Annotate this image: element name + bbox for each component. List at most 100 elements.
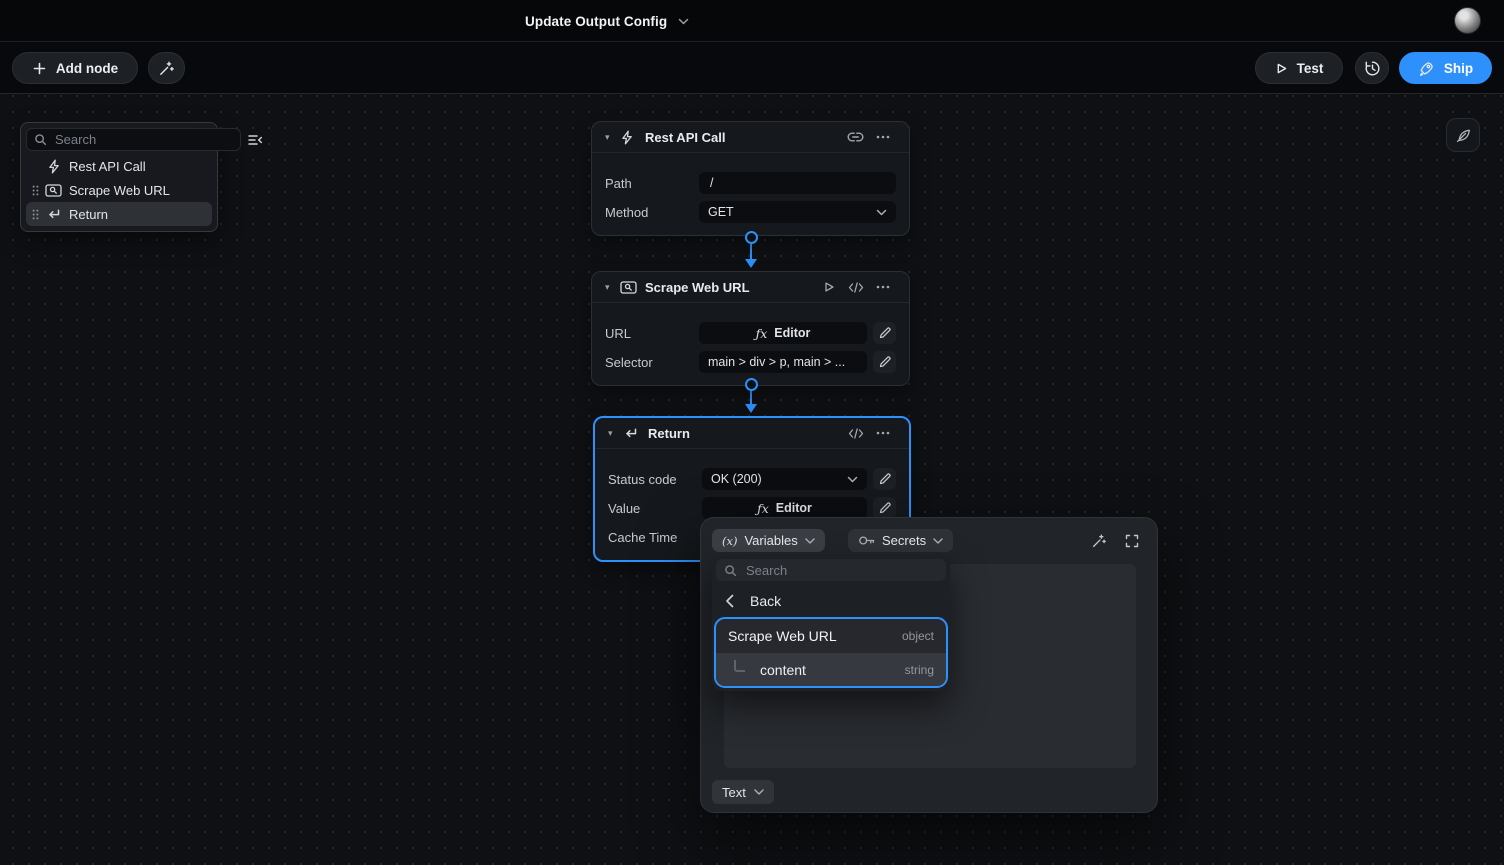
collapse-panel-icon: [247, 133, 263, 147]
output-type-select[interactable]: Text: [712, 780, 774, 804]
connector-line: [750, 391, 752, 405]
chevron-down-icon: [933, 538, 943, 544]
flow-title-menu[interactable]: Update Output Config: [525, 0, 689, 42]
collapse-panel-button[interactable]: [244, 129, 266, 151]
ellipsis-icon: [876, 285, 890, 289]
ellipsis-icon: [876, 135, 890, 139]
drag-handle-icon[interactable]: [28, 185, 43, 196]
history-button[interactable]: [1355, 52, 1389, 84]
variable-child-row[interactable]: content string: [716, 653, 946, 686]
variable-child-name: content: [760, 662, 806, 678]
edit-status-button[interactable]: [873, 468, 896, 490]
browser-scrape-icon: [43, 184, 64, 197]
feather-tool-button[interactable]: [1446, 118, 1480, 152]
return-icon: [43, 208, 64, 221]
variable-group-row[interactable]: Scrape Web URL object: [716, 619, 946, 653]
expand-button[interactable]: [1123, 532, 1141, 550]
link-button[interactable]: [842, 125, 869, 149]
lightning-icon: [43, 159, 64, 174]
field-label: Status code: [608, 472, 702, 487]
edit-value-button[interactable]: [873, 497, 896, 519]
node-rest-api-call[interactable]: ▾ Rest API Call Path: [591, 121, 910, 236]
collapse-caret-icon[interactable]: ▾: [608, 429, 623, 438]
run-node-button[interactable]: [815, 275, 842, 299]
library-item-return[interactable]: Return: [26, 202, 212, 226]
node-title: Scrape Web URL: [645, 280, 750, 295]
library-search-input[interactable]: [53, 131, 233, 148]
library-search[interactable]: [26, 128, 241, 151]
browser-scrape-icon: [620, 281, 645, 294]
node-title: Return: [648, 426, 690, 441]
value-editor-button[interactable]: ƒx Editor: [702, 497, 867, 519]
library-item-scrape-web-url[interactable]: Scrape Web URL: [26, 178, 212, 202]
magic-wand-button[interactable]: [148, 52, 185, 84]
secrets-tab[interactable]: Secrets: [848, 529, 953, 552]
collapse-caret-icon[interactable]: ▾: [605, 283, 620, 292]
key-icon: [858, 535, 875, 546]
search-icon: [34, 133, 47, 146]
ship-button[interactable]: Ship: [1399, 52, 1492, 84]
play-icon: [823, 281, 835, 293]
collapse-caret-icon[interactable]: ▾: [605, 133, 620, 142]
secrets-label: Secrets: [882, 533, 926, 548]
avatar[interactable]: [1454, 7, 1481, 34]
add-node-label: Add node: [56, 61, 118, 76]
ai-generate-button[interactable]: [1090, 532, 1108, 550]
editor-label: Editor: [774, 326, 810, 340]
drag-handle-icon[interactable]: [28, 209, 43, 220]
edit-selector-button[interactable]: [873, 351, 896, 373]
ship-label: Ship: [1444, 61, 1473, 76]
path-input[interactable]: [708, 175, 887, 191]
output-type-label: Text: [722, 785, 746, 800]
feather-icon: [1454, 126, 1473, 145]
variables-search[interactable]: [716, 559, 946, 581]
code-button[interactable]: [842, 275, 869, 299]
plus-icon: [32, 61, 47, 76]
variable-type-badge: string: [905, 663, 934, 677]
node-menu-button[interactable]: [869, 275, 896, 299]
connector-line: [750, 244, 752, 260]
library-item-rest-api-call[interactable]: Rest API Call: [26, 154, 212, 178]
fx-icon: ƒx: [757, 501, 769, 516]
url-editor-button[interactable]: ƒx Editor: [699, 322, 867, 344]
flow-canvas[interactable]: Rest API Call Scrape Web URL Return: [0, 94, 1504, 865]
node-header[interactable]: ▾ Rest API Call: [592, 122, 909, 153]
output-port[interactable]: [745, 231, 758, 244]
back-button[interactable]: Back: [716, 587, 946, 615]
node-scrape-web-url[interactable]: ▾ Scrape Web URL URL ƒx Ed: [591, 271, 910, 386]
link-icon: [847, 132, 864, 142]
edit-url-button[interactable]: [873, 322, 896, 344]
method-select[interactable]: GET: [699, 201, 896, 223]
status-code-select[interactable]: OK (200): [702, 468, 867, 490]
chevron-left-icon: [725, 594, 734, 608]
flow-title: Update Output Config: [525, 14, 667, 29]
history-icon: [1363, 59, 1382, 78]
magic-wand-icon: [158, 60, 175, 77]
code-button[interactable]: [842, 421, 869, 445]
variable-group-name: Scrape Web URL: [728, 628, 837, 644]
node-menu-button[interactable]: [869, 125, 896, 149]
add-node-button[interactable]: Add node: [12, 52, 138, 84]
node-library-panel: Rest API Call Scrape Web URL Return: [20, 122, 218, 232]
tree-elbow-icon: [734, 660, 745, 672]
node-menu-button[interactable]: [869, 421, 896, 445]
variables-tab[interactable]: (x) Variables: [712, 529, 825, 552]
variables-search-input[interactable]: [744, 562, 938, 579]
code-icon: [848, 428, 864, 439]
test-button[interactable]: Test: [1255, 52, 1343, 84]
library-item-label: Return: [69, 207, 108, 222]
node-header[interactable]: ▾ Scrape Web URL: [592, 272, 909, 303]
selector-field[interactable]: main > div > p, main > ...: [699, 351, 867, 373]
path-field[interactable]: [699, 172, 896, 194]
code-icon: [848, 282, 864, 293]
expand-icon: [1125, 534, 1139, 548]
method-value: GET: [708, 205, 734, 219]
variable-group-highlight: Scrape Web URL object content string: [714, 617, 948, 688]
node-header[interactable]: ▾ Return: [595, 418, 909, 449]
output-port[interactable]: [745, 378, 758, 391]
status-code-value: OK (200): [711, 472, 762, 486]
field-label: Selector: [605, 355, 699, 370]
test-label: Test: [1297, 61, 1324, 76]
pencil-icon: [879, 356, 891, 368]
chevron-down-icon: [678, 18, 689, 25]
